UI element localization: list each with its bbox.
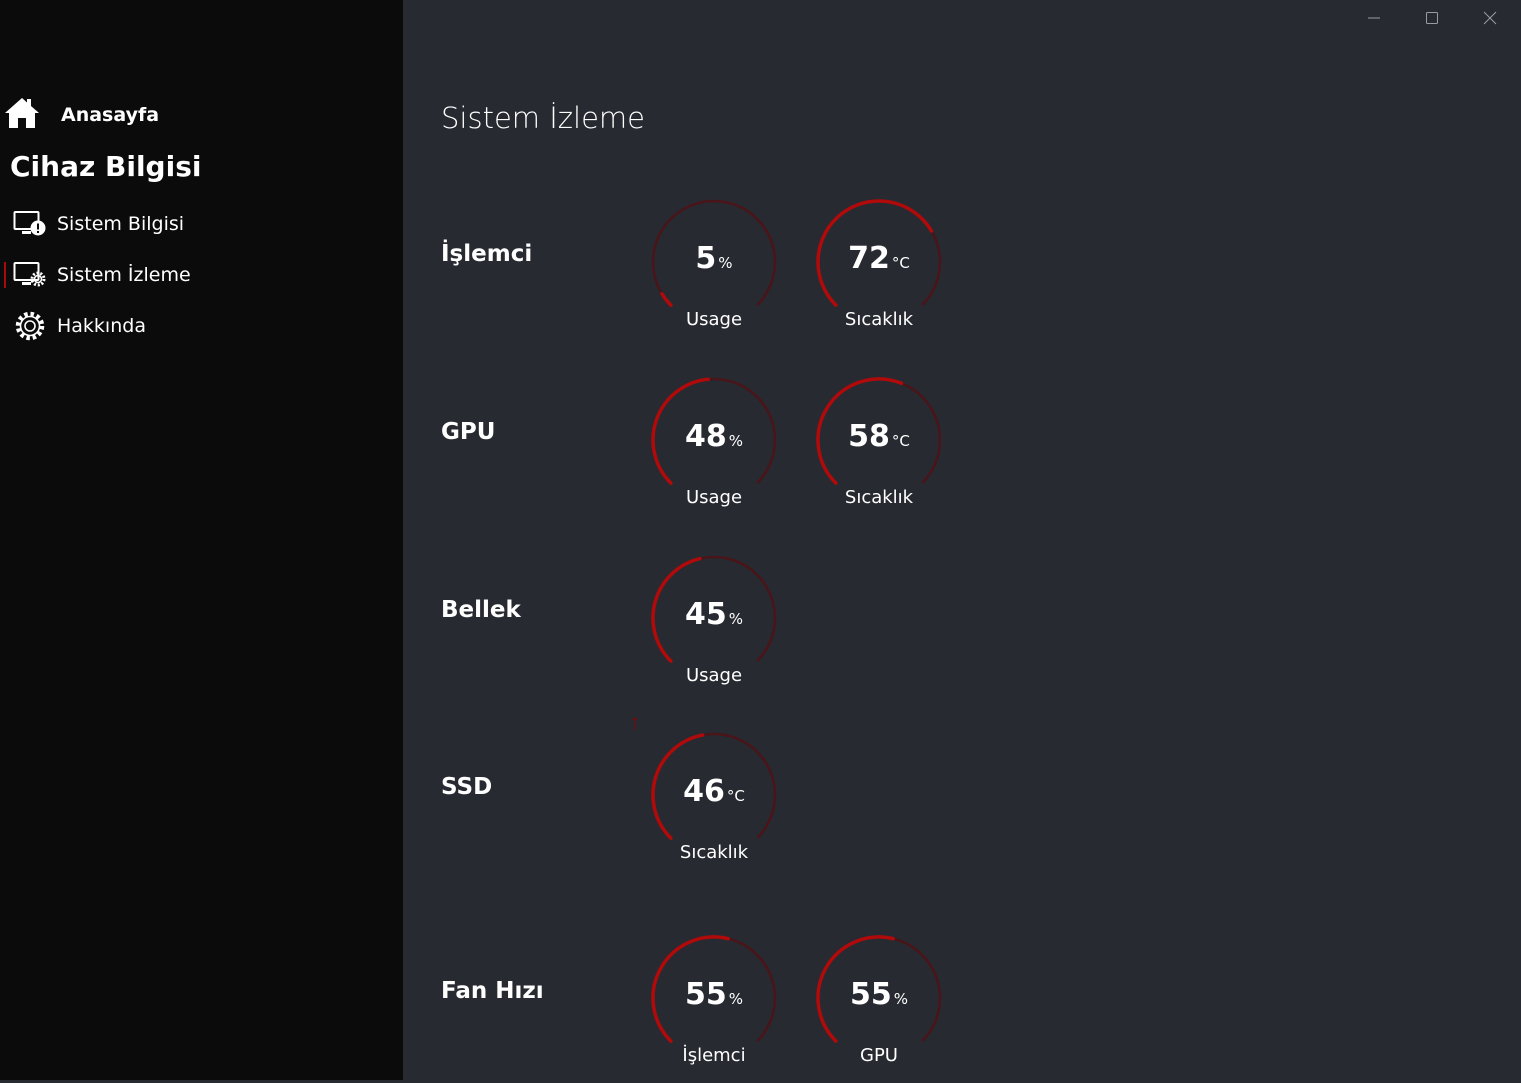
gauge-cpu-temperature: 72 °C Sıcaklık: [814, 197, 944, 347]
gauge-fan-cpu: 55% İşlemci: [649, 933, 779, 1083]
minimize-button[interactable]: [1346, 2, 1402, 36]
gauge-cpu-usage: 5% Usage: [649, 197, 779, 347]
monitor-info-icon: [12, 206, 48, 242]
gear-icon: [12, 308, 48, 344]
decorative-mark: [632, 717, 638, 730]
maximize-icon: [1425, 10, 1439, 29]
gauge-label: GPU: [860, 1045, 898, 1066]
gauge-value: 72: [848, 241, 890, 276]
gauge-label: Usage: [685, 665, 743, 686]
row-label-islemci: İşlemci: [441, 241, 533, 267]
sidebar-item-label: Sistem İzleme: [57, 264, 191, 286]
gauge-gpu-temperature: 58 °C Sıcaklık: [814, 375, 944, 525]
home-link[interactable]: Anasayfa: [4, 96, 159, 134]
row-label-gpu: GPU: [441, 419, 496, 445]
gauge-value: 5: [695, 241, 717, 276]
gauge-value: 46: [683, 774, 725, 809]
gauge-label: Sıcaklık: [844, 309, 914, 330]
gauge-memory-usage: 45% Usage: [649, 553, 779, 703]
gauge-unit: °C: [891, 254, 910, 272]
gauge-value: 48: [684, 419, 727, 454]
gauge-unit: %: [718, 254, 733, 272]
sidebar-item-label: Sistem Bilgisi: [57, 213, 185, 235]
sidebar: Anasayfa Cihaz Bilgisi Sistem Bilgisi Si…: [0, 0, 403, 1080]
home-icon: [4, 96, 40, 134]
main-content: [403, 0, 1521, 1080]
gauge-unit: %: [728, 432, 743, 450]
home-label: Anasayfa: [61, 104, 160, 126]
gauge-unit: %: [893, 990, 908, 1008]
row-label-bellek: Bellek: [441, 597, 521, 623]
close-button[interactable]: [1462, 2, 1518, 36]
gauge-value: 55: [849, 977, 892, 1012]
close-icon: [1483, 10, 1497, 29]
sidebar-item-sistem-bilgisi[interactable]: Sistem Bilgisi: [0, 203, 403, 245]
gauge-fan-gpu: 55% GPU: [814, 933, 944, 1083]
gauge-unit: %: [728, 990, 743, 1008]
gauge-label: Usage: [685, 487, 743, 508]
sidebar-item-sistem-izleme[interactable]: Sistem İzleme: [0, 254, 403, 296]
gauge-label: İşlemci: [682, 1045, 746, 1066]
section-title: Cihaz Bilgisi: [10, 150, 202, 183]
sidebar-item-label: Hakkında: [57, 315, 146, 337]
gauge-unit: %: [728, 610, 743, 628]
gauge-label: Sıcaklık: [679, 842, 749, 863]
gauge-ssd-temperature: 46 °C Sıcaklık: [649, 730, 779, 880]
row-label-ssd: SSD: [441, 774, 493, 800]
gauge-label: Sıcaklık: [844, 487, 914, 508]
row-label-fan-hizi: Fan Hızı: [441, 978, 544, 1004]
gauge-value: 55: [684, 977, 727, 1012]
gauge-value: 58: [848, 419, 890, 454]
gauge-unit: °C: [726, 787, 745, 805]
monitor-gear-icon: [12, 257, 48, 293]
gauge-unit: °C: [891, 432, 910, 450]
maximize-button[interactable]: [1404, 2, 1460, 36]
sidebar-item-hakkinda[interactable]: Hakkında: [0, 305, 403, 347]
gauge-value: 45: [684, 597, 727, 632]
minimize-icon: [1367, 10, 1381, 29]
gauge-label: Usage: [685, 309, 743, 330]
gauge-gpu-usage: 48% Usage: [649, 375, 779, 525]
page-title: Sistem İzleme: [441, 101, 646, 135]
